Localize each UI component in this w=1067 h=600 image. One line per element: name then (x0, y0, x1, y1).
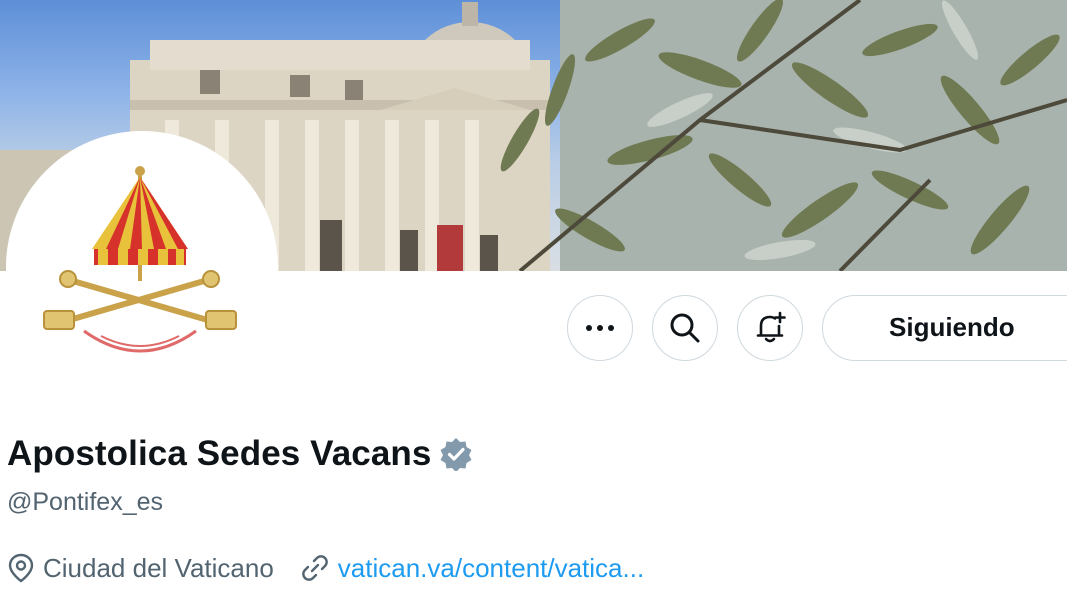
more-horizontal-icon (586, 325, 614, 331)
location-item: Ciudad del Vaticano (7, 552, 274, 584)
profile-meta-row: Ciudad del Vaticano vatican.va/content/v… (7, 552, 644, 584)
papal-emblem-icon (43, 166, 237, 353)
bell-plus-icon (756, 311, 786, 343)
website-item[interactable]: vatican.va/content/vatica... (300, 553, 644, 584)
verified-badge-icon (440, 438, 472, 471)
search-icon (670, 313, 700, 343)
website-link[interactable]: vatican.va/content/vatica... (338, 553, 644, 584)
profile-name-row: Apostolica Sedes Vacans (7, 434, 473, 474)
map-pin-icon (8, 553, 34, 583)
display-name: Apostolica Sedes Vacans (7, 434, 432, 473)
location-text: Ciudad del Vaticano (43, 552, 274, 583)
more-options-button[interactable] (567, 295, 633, 361)
profile-avatar[interactable] (6, 131, 278, 403)
link-icon (301, 555, 328, 581)
search-profile-button[interactable] (652, 295, 718, 361)
notifications-button[interactable] (737, 295, 803, 361)
profile-handle: @Pontifex_es (7, 488, 164, 516)
following-button[interactable]: Siguiendo (822, 295, 1067, 361)
